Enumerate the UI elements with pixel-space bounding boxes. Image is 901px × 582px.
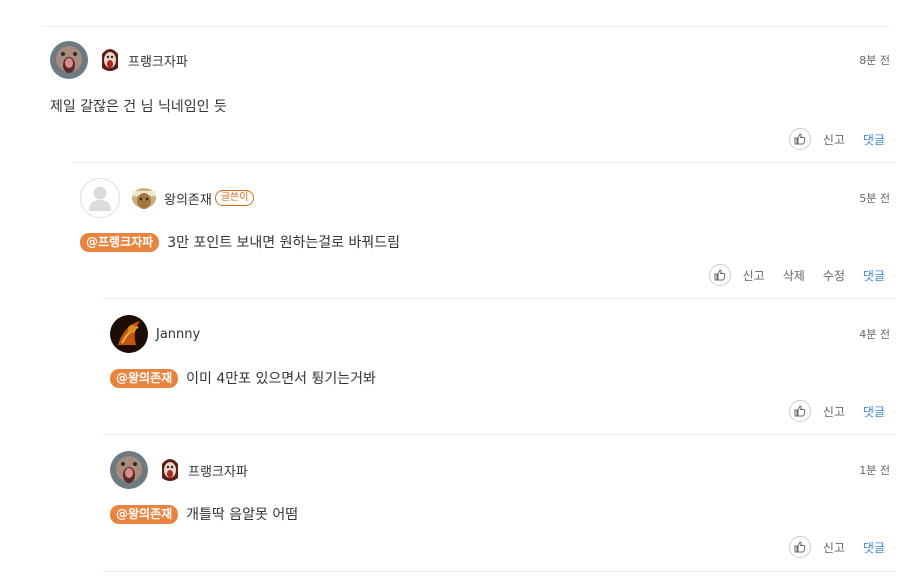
comment-actions: 신고 댓글 — [788, 128, 885, 150]
mention-tag[interactable]: @왕의존재 — [110, 504, 179, 524]
comment-item: 프랭크자파 8분 전 제일 갈잖은 건 님 닉네임인 듯 신고 댓글 — [50, 40, 890, 160]
comment-item: 왕의존재 글쓴이 5분 전 @프랭크자파 3만 포인트 보내면 원하는걸로 바꿔… — [80, 178, 890, 296]
comment-text: 개틀딱 음알못 어떰 — [186, 507, 299, 523]
divider — [102, 298, 895, 299]
avatar-default-icon[interactable] — [80, 178, 120, 218]
report-button[interactable]: 신고 — [823, 131, 845, 148]
avatar[interactable] — [110, 315, 148, 353]
mention-tag[interactable]: @왕의존재 — [110, 368, 179, 388]
nickname[interactable]: 프랭크자파 — [128, 51, 188, 70]
comment-text: 3만 포인트 보내면 원하는걸로 바꿔드림 — [167, 235, 400, 251]
reply-button[interactable]: 댓글 — [863, 267, 885, 284]
nickname[interactable]: Jannny — [156, 327, 200, 342]
avatar[interactable] — [110, 451, 148, 489]
timestamp: 4분 전 — [859, 328, 890, 341]
comment-item: Jannny 4분 전 @왕의존재 이미 4만포 있으면서 튕기는거봐 신고 댓… — [110, 314, 890, 432]
timestamp: 8분 전 — [859, 54, 890, 67]
comment-body: @왕의존재 개틀딱 음알못 어떰 — [110, 504, 298, 524]
report-button[interactable]: 신고 — [823, 539, 845, 556]
face-emblem-icon — [98, 46, 122, 74]
comment-header: Jannny — [110, 314, 200, 354]
thumbs-up-icon — [794, 133, 806, 145]
comment-actions: 신고 댓글 — [788, 536, 885, 558]
nickname[interactable]: 프랭크자파 — [188, 461, 248, 480]
avatar[interactable] — [50, 41, 88, 79]
timestamp: 5분 전 — [859, 192, 890, 205]
thumbs-up-icon — [714, 269, 725, 281]
reply-button[interactable]: 댓글 — [863, 539, 885, 556]
reply-button[interactable]: 댓글 — [863, 131, 885, 148]
comment-text: 제일 갈잖은 건 님 닉네임인 듯 — [50, 99, 227, 115]
comment-body: 제일 갈잖은 건 님 닉네임인 듯 — [50, 96, 227, 116]
edit-button[interactable]: 수정 — [823, 267, 845, 284]
comment-item: 프랭크자파 1분 전 @왕의존재 개틀딱 음알못 어떰 신고 댓글 — [110, 450, 890, 568]
comment-header: 프랭크자파 — [50, 40, 188, 80]
like-button[interactable] — [708, 264, 731, 286]
divider — [102, 571, 895, 572]
author-badge: 글쓴이 — [214, 190, 255, 206]
comment-thread: 프랭크자파 8분 전 제일 갈잖은 건 님 닉네임인 듯 신고 댓글 왕의존재 … — [0, 0, 901, 582]
like-button[interactable] — [788, 536, 811, 558]
mention-tag[interactable]: @프랭크자파 — [80, 232, 160, 252]
comment-header: 왕의존재 글쓴이 — [80, 178, 255, 218]
report-button[interactable]: 신고 — [823, 403, 845, 420]
timestamp: 1분 전 — [859, 464, 890, 477]
comment-actions: 신고 삭제 수정 댓글 — [708, 264, 885, 286]
comment-header: 프랭크자파 — [110, 450, 248, 490]
divider — [42, 26, 890, 27]
comment-body: @프랭크자파 3만 포인트 보내면 원하는걸로 바꿔드림 — [80, 232, 400, 252]
face-emblem-icon — [158, 456, 182, 484]
reply-button[interactable]: 댓글 — [863, 403, 885, 420]
nickname[interactable]: 왕의존재 — [164, 189, 212, 208]
thumbs-up-icon — [794, 541, 806, 553]
face-emblem-icon — [130, 184, 158, 212]
comment-actions: 신고 댓글 — [788, 400, 885, 422]
thumbs-up-icon — [794, 405, 806, 417]
divider — [102, 434, 895, 435]
like-button[interactable] — [788, 400, 811, 422]
divider — [72, 162, 895, 163]
report-button[interactable]: 신고 — [743, 267, 765, 284]
delete-button[interactable]: 삭제 — [783, 267, 805, 284]
comment-text: 이미 4만포 있으면서 튕기는거봐 — [186, 371, 376, 387]
like-button[interactable] — [788, 128, 811, 150]
comment-body: @왕의존재 이미 4만포 있으면서 튕기는거봐 — [110, 368, 376, 388]
